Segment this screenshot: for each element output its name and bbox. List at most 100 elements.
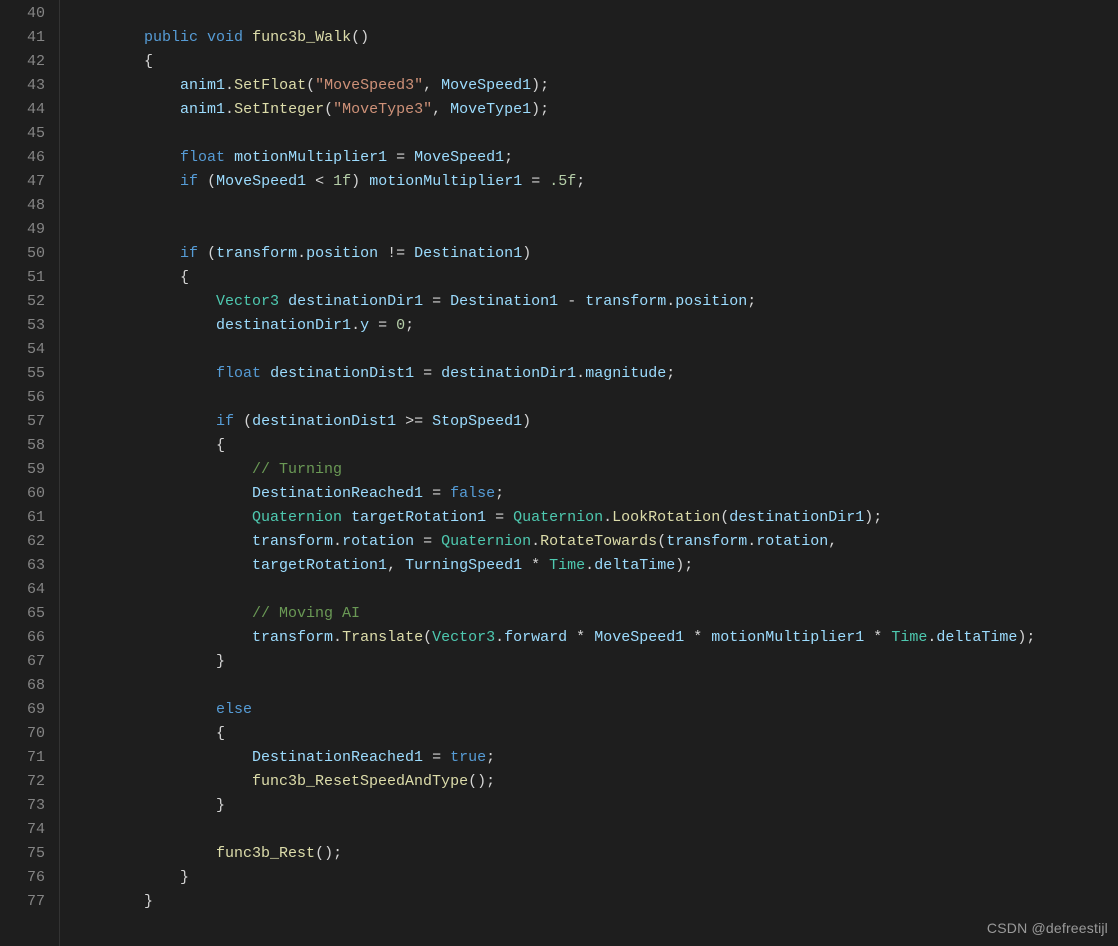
line-number: 61: [0, 506, 45, 530]
code-line[interactable]: {: [72, 266, 1035, 290]
code-line[interactable]: public void func3b_Walk(): [72, 26, 1035, 50]
token-paren: (): [351, 29, 369, 46]
token-sp: [864, 629, 873, 646]
line-number: 51: [0, 266, 45, 290]
token-type: Vector3: [216, 293, 279, 310]
token-paren: ): [531, 101, 540, 118]
code-line[interactable]: }: [72, 866, 1035, 890]
code-line[interactable]: else: [72, 698, 1035, 722]
code-line[interactable]: func3b_Rest();: [72, 842, 1035, 866]
token-brace: {: [216, 725, 225, 742]
code-line[interactable]: // Turning: [72, 458, 1035, 482]
line-number: 48: [0, 194, 45, 218]
token-type: Quaternion: [252, 509, 342, 526]
token-paren: ): [675, 557, 684, 574]
code-line[interactable]: [72, 818, 1035, 842]
token-op: =: [396, 149, 405, 166]
token-punc: .: [927, 629, 936, 646]
token-punc: ;: [1026, 629, 1035, 646]
token-punc: .: [531, 533, 540, 550]
code-line[interactable]: targetRotation1, TurningSpeed1 * Time.de…: [72, 554, 1035, 578]
code-line[interactable]: [72, 578, 1035, 602]
code-line[interactable]: anim1.SetInteger("MoveType3", MoveType1)…: [72, 98, 1035, 122]
token-sp: [441, 749, 450, 766]
token-func: func3b_ResetSpeedAndType: [252, 773, 468, 790]
token-sp: [243, 29, 252, 46]
code-line[interactable]: float motionMultiplier1 = MoveSpeed1;: [72, 146, 1035, 170]
token-sp: [225, 149, 234, 166]
code-line[interactable]: DestinationReached1 = false;: [72, 482, 1035, 506]
line-number: 53: [0, 314, 45, 338]
token-field: DestinationReached1: [252, 485, 423, 502]
line-number: 47: [0, 170, 45, 194]
token-paren: (): [468, 773, 486, 790]
line-number: 58: [0, 434, 45, 458]
line-number: 54: [0, 338, 45, 362]
code-line[interactable]: transform.Translate(Vector3.forward * Mo…: [72, 626, 1035, 650]
token-paren: (: [423, 629, 432, 646]
token-brace: }: [216, 653, 225, 670]
token-punc: .: [576, 365, 585, 382]
token-sp: [279, 293, 288, 310]
code-line[interactable]: [72, 122, 1035, 146]
code-line[interactable]: if (transform.position != Destination1): [72, 242, 1035, 266]
token-punc: ;: [333, 845, 342, 862]
code-line[interactable]: [72, 194, 1035, 218]
code-line[interactable]: }: [72, 890, 1035, 914]
code-line[interactable]: {: [72, 50, 1035, 74]
code-line[interactable]: if (MoveSpeed1 < 1f) motionMultiplier1 =…: [72, 170, 1035, 194]
token-field: Destination1: [450, 293, 558, 310]
token-func: LookRotation: [612, 509, 720, 526]
token-brace: {: [216, 437, 225, 454]
code-line[interactable]: transform.rotation = Quaternion.RotateTo…: [72, 530, 1035, 554]
token-sp: [324, 173, 333, 190]
code-line[interactable]: func3b_ResetSpeedAndType();: [72, 770, 1035, 794]
token-kw: float: [180, 149, 225, 166]
code-line[interactable]: [72, 386, 1035, 410]
code-line[interactable]: {: [72, 722, 1035, 746]
code-line[interactable]: }: [72, 650, 1035, 674]
code-line[interactable]: [72, 2, 1035, 26]
token-field: anim1: [180, 77, 225, 94]
code-line[interactable]: destinationDir1.y = 0;: [72, 314, 1035, 338]
code-editor[interactable]: 4041424344454647484950515253545556575859…: [0, 0, 1118, 946]
token-kw: if: [180, 245, 198, 262]
token-sp: [423, 293, 432, 310]
token-field: MoveType1: [450, 101, 531, 118]
line-number: 49: [0, 218, 45, 242]
code-area[interactable]: public void func3b_Walk() { anim1.SetFlo…: [60, 0, 1035, 946]
code-line[interactable]: // Moving AI: [72, 602, 1035, 626]
code-line[interactable]: {: [72, 434, 1035, 458]
token-sp: [396, 413, 405, 430]
token-field: forward: [504, 629, 567, 646]
token-field: transform: [585, 293, 666, 310]
line-number: 55: [0, 362, 45, 386]
code-line[interactable]: Quaternion targetRotation1 = Quaternion.…: [72, 506, 1035, 530]
code-line[interactable]: [72, 674, 1035, 698]
token-sp: [378, 245, 387, 262]
token-punc: .: [603, 509, 612, 526]
code-line[interactable]: if (destinationDist1 >= StopSpeed1): [72, 410, 1035, 434]
token-sp: [540, 557, 549, 574]
line-number: 75: [0, 842, 45, 866]
token-punc: ,: [828, 533, 837, 550]
code-line[interactable]: [72, 338, 1035, 362]
token-field: magnitude: [585, 365, 666, 382]
token-punc: ;: [486, 749, 495, 766]
token-sp: [360, 173, 369, 190]
token-sp: [576, 293, 585, 310]
token-field: MoveSpeed1: [216, 173, 306, 190]
code-line[interactable]: }: [72, 794, 1035, 818]
token-op: =: [378, 317, 387, 334]
code-line[interactable]: Vector3 destinationDir1 = Destination1 -…: [72, 290, 1035, 314]
code-line[interactable]: float destinationDist1 = destinationDir1…: [72, 362, 1035, 386]
code-line[interactable]: DestinationReached1 = true;: [72, 746, 1035, 770]
token-op: =: [432, 485, 441, 502]
token-sp: [441, 293, 450, 310]
token-punc: ;: [747, 293, 756, 310]
token-sp: [432, 533, 441, 550]
token-sp: [486, 509, 495, 526]
token-punc: .: [333, 533, 342, 550]
code-line[interactable]: [72, 218, 1035, 242]
code-line[interactable]: anim1.SetFloat("MoveSpeed3", MoveSpeed1)…: [72, 74, 1035, 98]
